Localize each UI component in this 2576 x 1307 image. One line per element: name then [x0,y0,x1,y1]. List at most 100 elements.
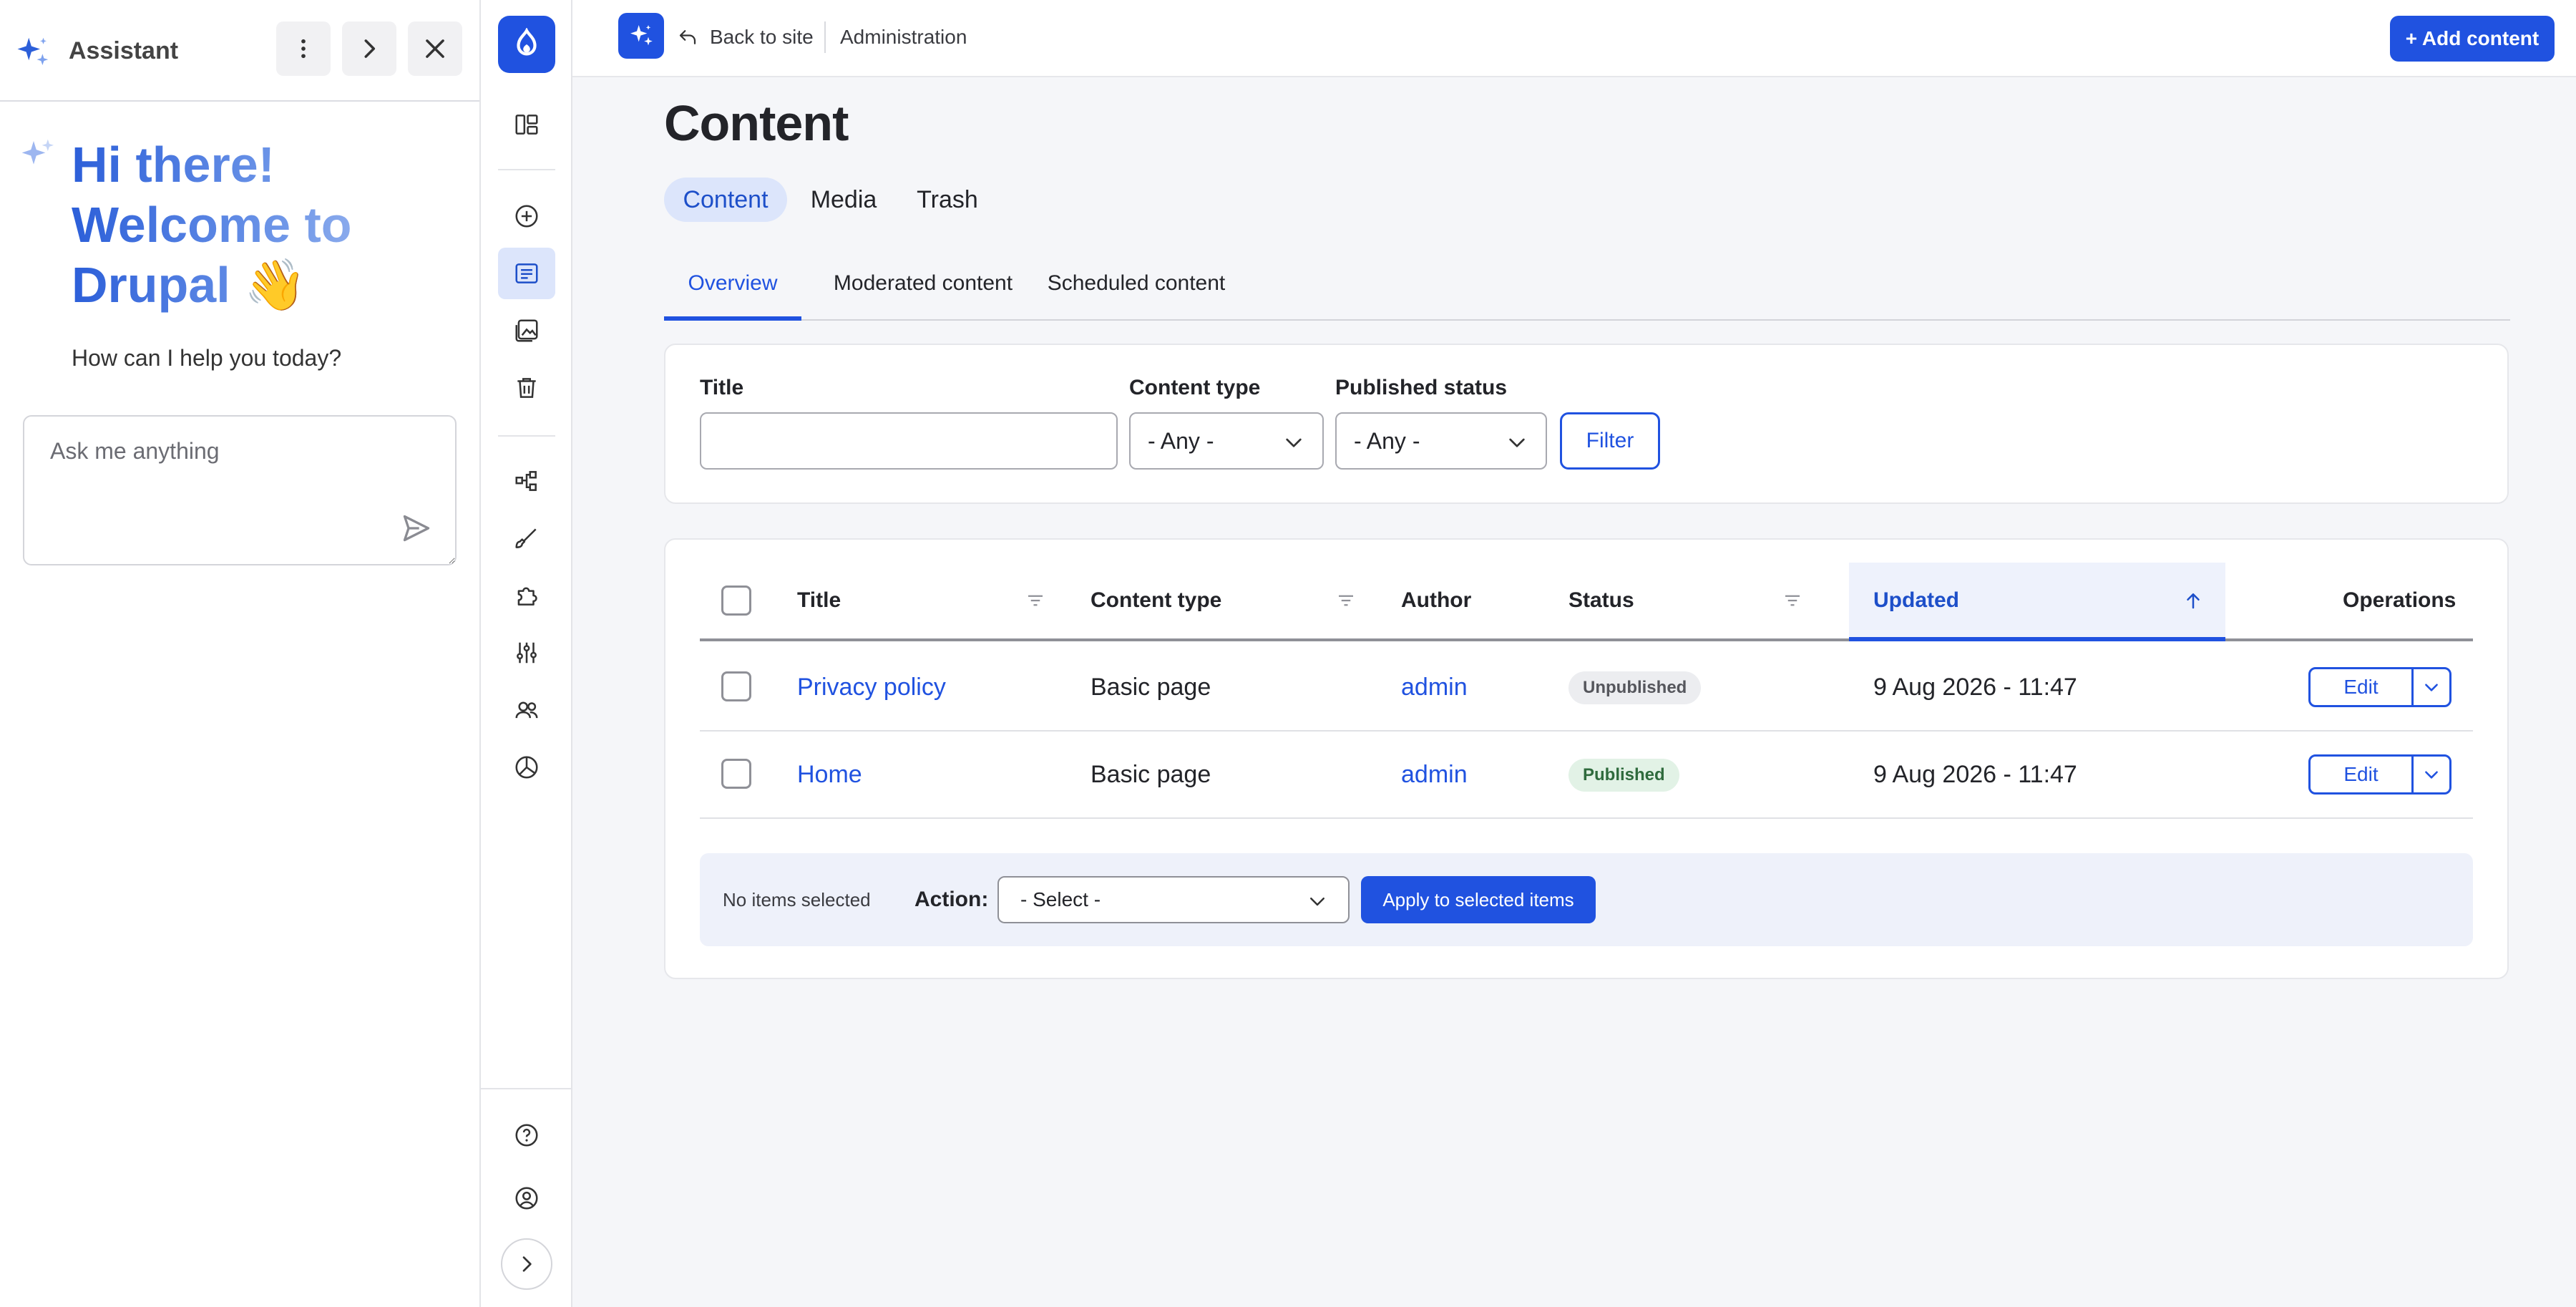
sort-lines-icon [1782,590,1803,611]
assistant-title: Assistant [69,37,179,64]
nav-content[interactable] [498,248,555,299]
table-header: Title Content type Author Status Updated… [700,563,2473,641]
assistant-greeting: Hi there! Welcome to Drupal 👋 [72,135,458,315]
media-icon [513,317,540,344]
row-updated: 9 Aug 2026 - 11:47 [1873,674,2077,701]
row-operations: Edit [2308,667,2451,707]
expand-sidebar-button[interactable] [501,1238,552,1290]
assistant-prompt-input[interactable] [23,415,457,565]
tab-trash[interactable]: Trash [903,178,992,222]
drupal-drop-icon [510,28,543,61]
bulk-actions-bar: No items selected Action: - Select - App… [700,853,2473,946]
drupal-logo-button[interactable] [498,16,555,73]
row-operations: Edit [2308,754,2451,795]
row-title-link[interactable]: Privacy policy [797,644,946,730]
greeting-line: Drupal 👋 [72,255,458,315]
nav-trash[interactable] [498,362,555,414]
column-status[interactable]: Status [1568,563,1634,638]
sparkle-icon [19,136,59,176]
greeting-line: Hi there! [72,135,458,195]
kebab-menu-icon [290,35,317,62]
nav-create[interactable] [498,190,555,242]
select-all-checkbox[interactable] [721,586,751,616]
title-filter-input[interactable] [700,412,1118,470]
assistant-panel: Assistant Hi there! Welcome to Drupal 👋 … [0,0,481,1307]
row-content-type: Basic page [1091,674,1211,701]
breadcrumb[interactable]: Administration [840,21,967,53]
nav-user[interactable] [498,1172,555,1224]
arrow-up-icon [2182,590,2204,611]
tab-overview[interactable]: Overview [664,255,801,321]
user-circle-icon [513,1185,540,1212]
nav-people[interactable] [498,684,555,736]
assistant-toggle-button[interactable] [618,13,664,59]
chevron-right-icon [515,1253,538,1276]
table-row: Home Basic page admin Published 9 Aug 20… [700,732,2473,819]
tab-content[interactable]: Content [664,178,787,222]
assistant-subtitle: How can I help you today? [72,345,342,371]
greeting-line: Welcome to [72,195,458,255]
chevron-down-icon [1506,431,1528,454]
dashboard-icon [513,111,540,138]
nav-extend[interactable] [498,570,555,621]
nav-configuration[interactable] [498,627,555,679]
sort-lines-icon [1335,590,1357,611]
chevron-down-icon [2422,678,2441,696]
nav-media[interactable] [498,305,555,356]
published-status-select[interactable]: - Any - [1335,412,1547,470]
bulk-action-select[interactable]: - Select - [997,876,1350,923]
column-title[interactable]: Title [797,563,841,638]
return-arrow-icon [677,26,698,48]
send-icon[interactable] [401,512,432,544]
nav-structure[interactable] [498,455,555,507]
structure-icon [513,467,540,495]
row-checkbox[interactable] [721,759,751,789]
chevron-down-icon [1282,431,1305,454]
add-content-button[interactable]: + Add content [2390,16,2555,62]
chevron-down-icon [2422,765,2441,784]
column-updated[interactable]: Updated [1873,563,1959,638]
nav-appearance[interactable] [498,512,555,564]
row-updated: 9 Aug 2026 - 11:47 [1873,761,2077,788]
nav-dashboard[interactable] [498,99,555,150]
row-title-link[interactable]: Home [797,732,862,817]
paintbrush-icon [513,525,540,552]
admin-toolbar [481,0,572,1307]
close-assistant-button[interactable] [408,21,462,76]
tab-media[interactable]: Media [796,178,892,222]
operations-dropdown-button[interactable] [2414,669,2449,705]
published-status-select-value: - Any - [1354,427,1420,454]
column-content-type[interactable]: Content type [1091,563,1221,638]
apply-to-selected-button[interactable]: Apply to selected items [1361,876,1596,923]
selection-status: No items selected [723,889,871,910]
operations-dropdown-button[interactable] [2414,757,2449,792]
status-badge: Unpublished [1568,671,1702,704]
reports-chart-icon [513,754,540,781]
chevron-down-icon [1307,890,1328,912]
row-author-link[interactable]: admin [1401,732,1468,817]
trash-icon [513,374,540,402]
more-options-button[interactable] [276,21,331,76]
nav-help[interactable] [498,1109,555,1161]
content-type-select[interactable]: - Any - [1129,412,1324,470]
row-author-link[interactable]: admin [1401,644,1468,730]
filter-button[interactable]: Filter [1560,412,1660,470]
tab-moderated-content[interactable]: Moderated content [823,255,1023,321]
sparkle-icon [627,21,655,50]
edit-button[interactable]: Edit [2311,757,2414,792]
row-checkbox[interactable] [721,671,751,701]
plus-circle-icon [513,203,540,230]
back-to-site-link[interactable]: Back to site [677,21,814,53]
content-type-select-value: - Any - [1148,427,1214,454]
collapse-assistant-button[interactable] [342,21,396,76]
action-label: Action: [914,888,989,911]
column-operations: Operations [2343,588,2457,612]
edit-button[interactable]: Edit [2311,669,2414,705]
nav-divider [498,169,555,170]
content-type-filter-label: Content type [1129,376,1261,399]
secondary-tabs: Overview Moderated content Scheduled con… [664,255,2510,321]
tab-scheduled-content[interactable]: Scheduled content [1043,255,1229,321]
nav-reports[interactable] [498,742,555,793]
bulk-action-select-value: - Select - [1020,888,1101,910]
status-badge: Published [1568,759,1679,792]
